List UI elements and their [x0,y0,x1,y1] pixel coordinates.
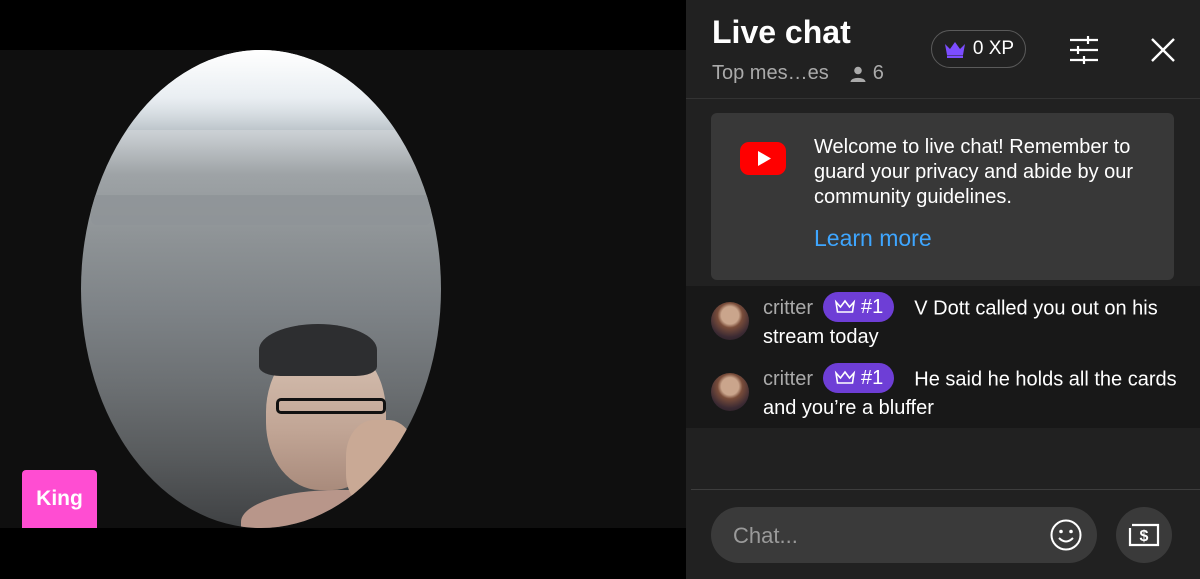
rank-badge-label: #1 [861,296,884,318]
svg-text:$: $ [1140,528,1149,545]
crown-icon [834,299,856,313]
close-chat-button[interactable] [1145,32,1181,68]
video-area[interactable]: King [0,0,686,579]
chat-message[interactable]: critter #1 He said he holds all the cards … [711,363,1181,421]
avatar[interactable] [711,302,749,340]
chat-mode-label: Top mes…es [712,62,829,84]
super-chat-button[interactable]: $ [1116,507,1172,563]
car-visor [91,195,431,225]
message-author[interactable]: critter [763,297,813,319]
person-icon [850,66,866,82]
rank-badge: #1 [823,363,895,393]
welcome-card: Welcome to live chat! Remember to guard … [711,113,1174,280]
rank-badge-label: #1 [861,367,884,389]
chat-header: Live chat Top mes…es 6 0 XP [686,0,1200,99]
message-author[interactable]: critter [763,368,813,390]
camera-feed [81,50,441,528]
youtube-logo-icon [740,142,786,175]
streamer-figure [241,320,441,528]
viewer-count-value: 6 [872,62,884,84]
video-frame[interactable] [0,50,686,528]
crown-icon [834,370,856,384]
welcome-message: Welcome to live chat! Remember to guard … [814,136,1134,208]
chat-message[interactable]: critter #1 V Dott called you out on his st… [711,292,1181,350]
rank-badge: #1 [823,292,895,322]
xp-label: 0 XP [972,38,1015,59]
sliders-icon [1070,36,1098,64]
live-chat-panel: Live chat Top mes…es 6 0 XP Welcome to l… [686,0,1200,579]
xp-button[interactable]: 0 XP [931,30,1026,68]
learn-more-link[interactable]: Learn more [814,225,932,252]
chat-input-container[interactable] [711,507,1097,565]
chat-title: Live chat [712,14,851,50]
streamer-tag: King [22,470,97,528]
chat-input[interactable] [731,507,1035,565]
chat-settings-button[interactable] [1066,32,1102,68]
viewer-count: 6 [849,62,884,85]
close-icon [1151,38,1175,62]
avatar[interactable] [711,373,749,411]
chat-mode-selector[interactable]: Top mes…es 6 [712,62,884,85]
dollar-bill-icon: $ [1128,523,1160,547]
smiley-icon[interactable] [1049,518,1083,552]
crown-icon [944,42,965,58]
divider [691,489,1200,490]
chat-messages[interactable]: critter #1 V Dott called you out on his st… [686,286,1200,428]
